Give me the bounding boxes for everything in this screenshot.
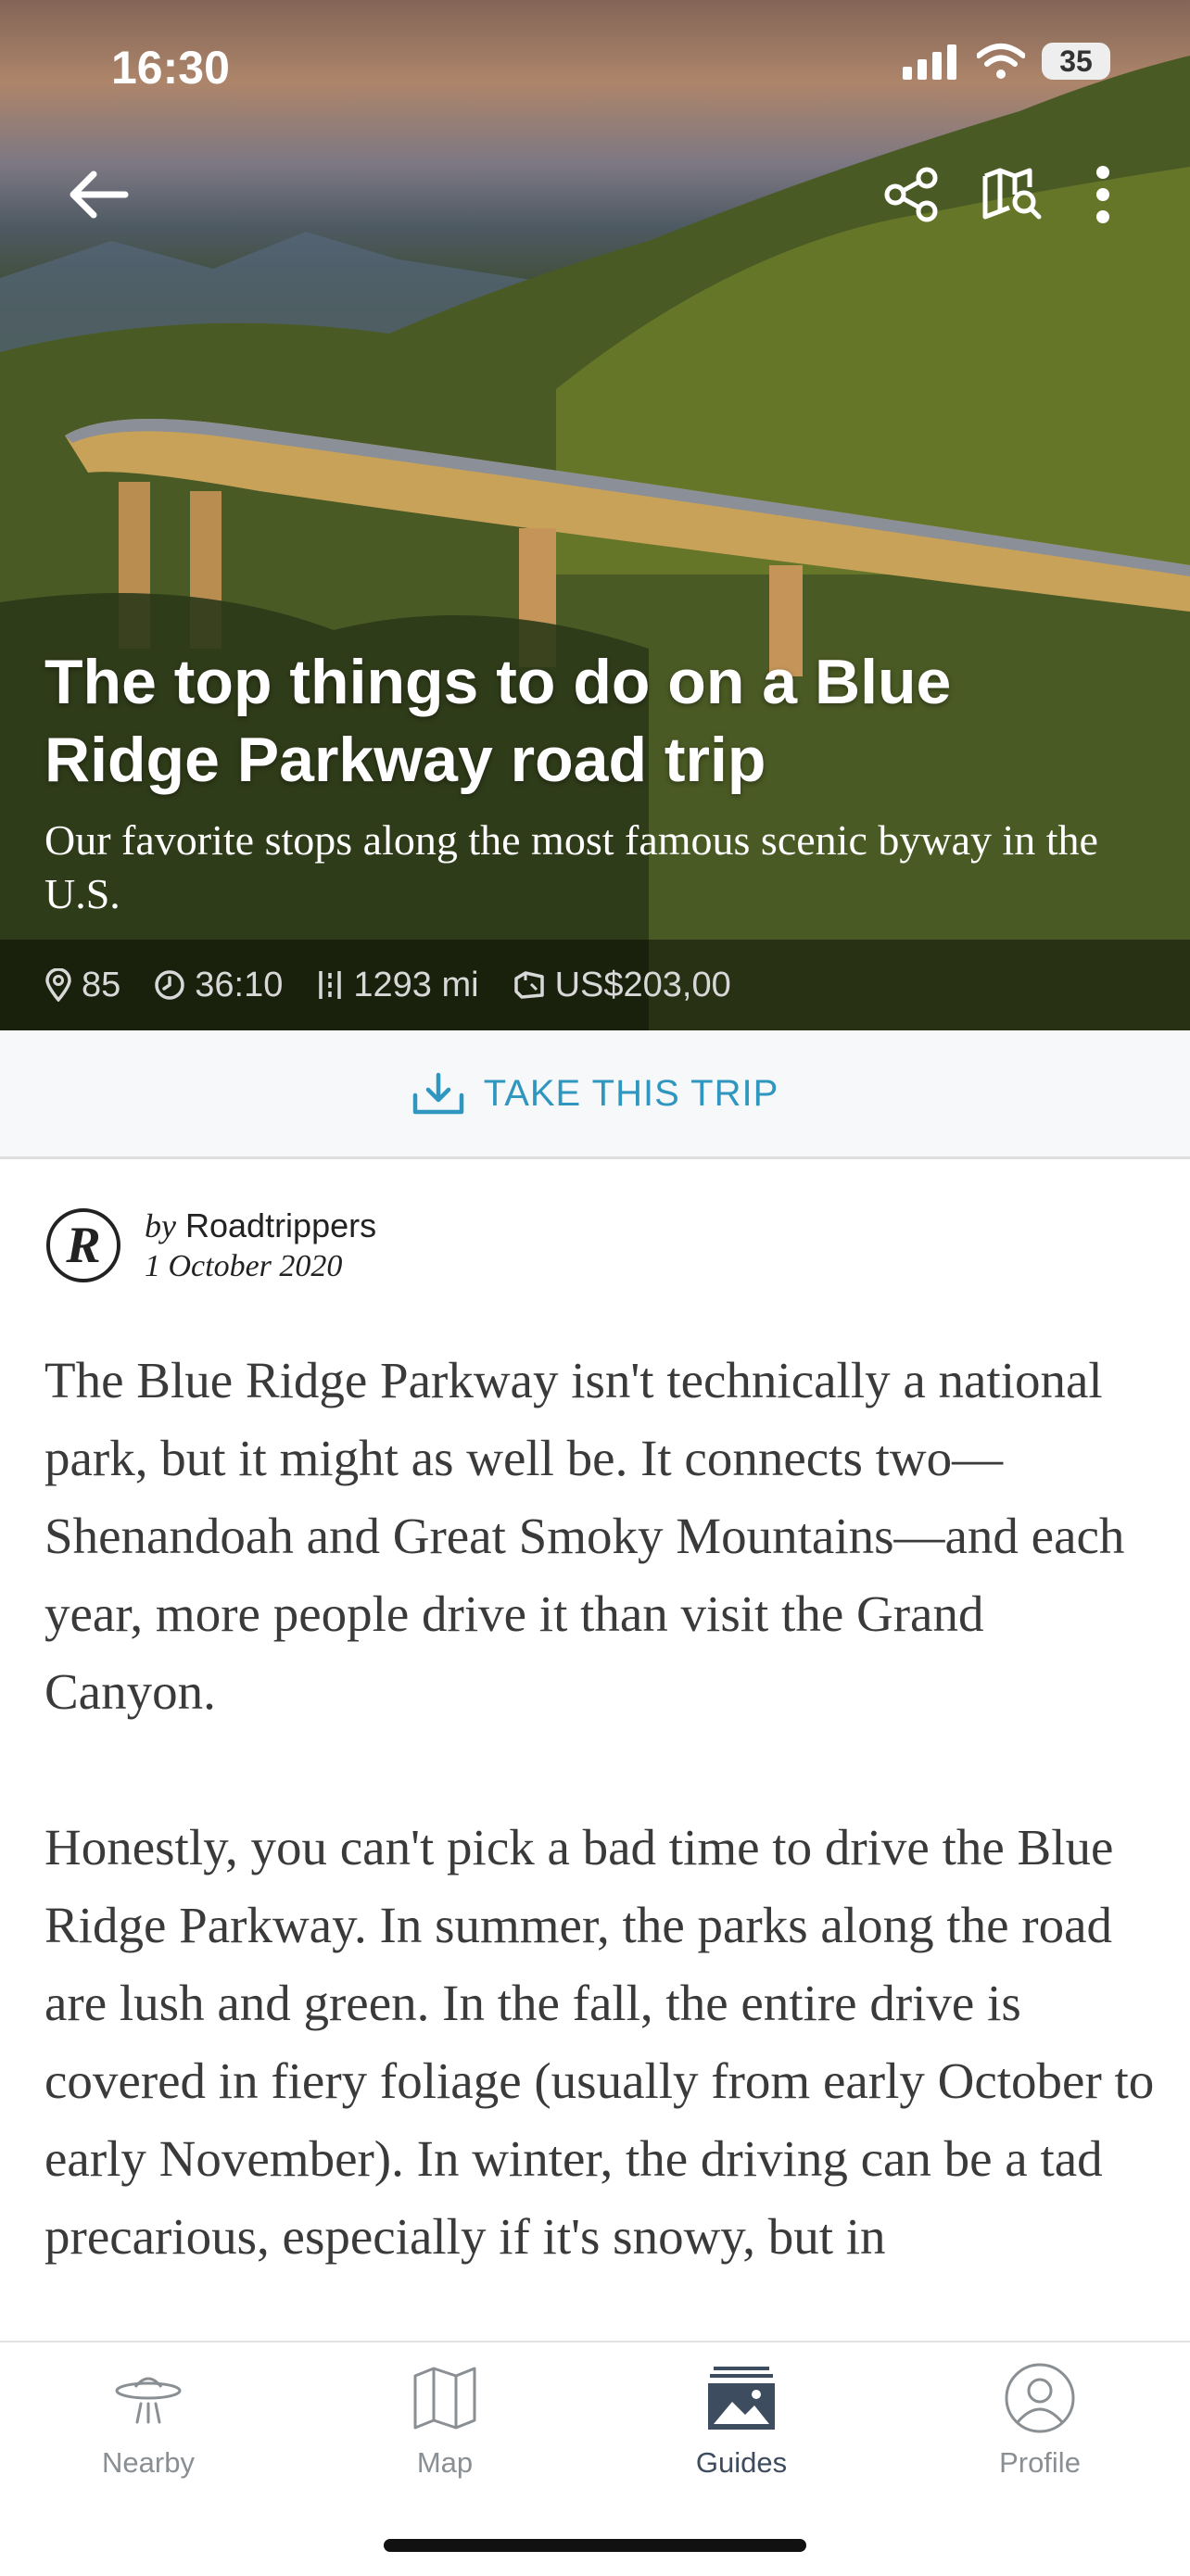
tab-nearby[interactable]: Nearby xyxy=(56,2361,241,2480)
tab-profile[interactable]: Profile xyxy=(947,2361,1133,2480)
tab-guides-label: Guides xyxy=(695,2446,788,2479)
take-this-trip-label: TAKE THIS TRIP xyxy=(483,1072,779,1114)
author-logo[interactable]: R xyxy=(46,1208,120,1282)
share-button[interactable] xyxy=(875,158,949,232)
stat-places-value: 85 xyxy=(82,965,121,1004)
more-vertical-icon xyxy=(1096,166,1109,223)
article-body: The Blue Ridge Parkway isn't technically… xyxy=(44,1342,1157,2354)
map-search-button[interactable] xyxy=(975,158,1049,232)
map-icon xyxy=(413,2367,476,2430)
tab-map[interactable]: Map xyxy=(352,2361,538,2480)
map-search-icon xyxy=(982,168,1042,220)
author-name[interactable]: Roadtrippers xyxy=(185,1206,376,1244)
tab-guides[interactable]: Guides xyxy=(649,2361,834,2480)
stat-places: 85 xyxy=(44,966,120,1005)
hero-image: 16:30 35 The top things to do on a Blue … xyxy=(0,0,1190,1030)
author-name-line: by Roadtrippers xyxy=(145,1206,376,1245)
battery-indicator: 35 xyxy=(1042,43,1110,80)
profile-icon xyxy=(1005,2363,1075,2433)
wifi-icon xyxy=(977,44,1025,79)
stat-duration: 36:10 xyxy=(154,966,283,1005)
status-time: 16:30 xyxy=(111,42,230,94)
download-icon xyxy=(412,1072,463,1115)
tab-map-label: Map xyxy=(416,2446,474,2479)
stat-distance: 1293 mi xyxy=(316,965,479,1005)
status-icons: 35 xyxy=(903,43,1110,80)
more-options-button[interactable] xyxy=(1066,158,1140,232)
stat-duration-value: 36:10 xyxy=(195,965,284,1004)
author-byline: R by Roadtrippers 1 October 2020 xyxy=(46,1206,376,1284)
ufo-icon xyxy=(115,2377,182,2424)
location-pin-icon xyxy=(45,968,71,1002)
publish-date: 1 October 2020 xyxy=(145,1249,343,1283)
clock-icon xyxy=(155,970,185,1000)
article-paragraph: Honestly, you can't pick a bad time to d… xyxy=(44,1819,1155,2265)
stat-cost-value: US$203,00 xyxy=(554,965,731,1004)
author-info: by Roadtrippers 1 October 2020 xyxy=(145,1206,376,1284)
page-subtitle: Our favorite stops along the most famous… xyxy=(44,816,1098,917)
take-this-trip-button[interactable]: TAKE THIS TRIP xyxy=(0,1030,1190,1159)
article-paragraph: The Blue Ridge Parkway isn't technically… xyxy=(44,1352,1125,1720)
author-by: by xyxy=(145,1207,176,1244)
back-arrow-icon xyxy=(70,170,129,219)
guides-icon xyxy=(708,2367,775,2430)
cellular-signal-icon xyxy=(903,44,956,80)
tab-nearby-label: Nearby xyxy=(102,2446,195,2479)
trip-stats-bar: 85 36:10 1293 mi US$203,00 xyxy=(0,940,1190,1030)
tab-profile-label: Profile xyxy=(999,2446,1081,2479)
fuel-cost-icon xyxy=(513,971,544,999)
road-icon xyxy=(319,971,342,999)
stat-cost: US$203,00 xyxy=(513,966,731,1005)
home-indicator[interactable] xyxy=(384,2539,806,2552)
share-icon xyxy=(884,167,938,222)
stat-distance-value: 1293 mi xyxy=(353,965,479,1004)
page-title: The top things to do on a Blue Ridge Par… xyxy=(44,647,952,795)
back-button[interactable] xyxy=(61,158,135,232)
